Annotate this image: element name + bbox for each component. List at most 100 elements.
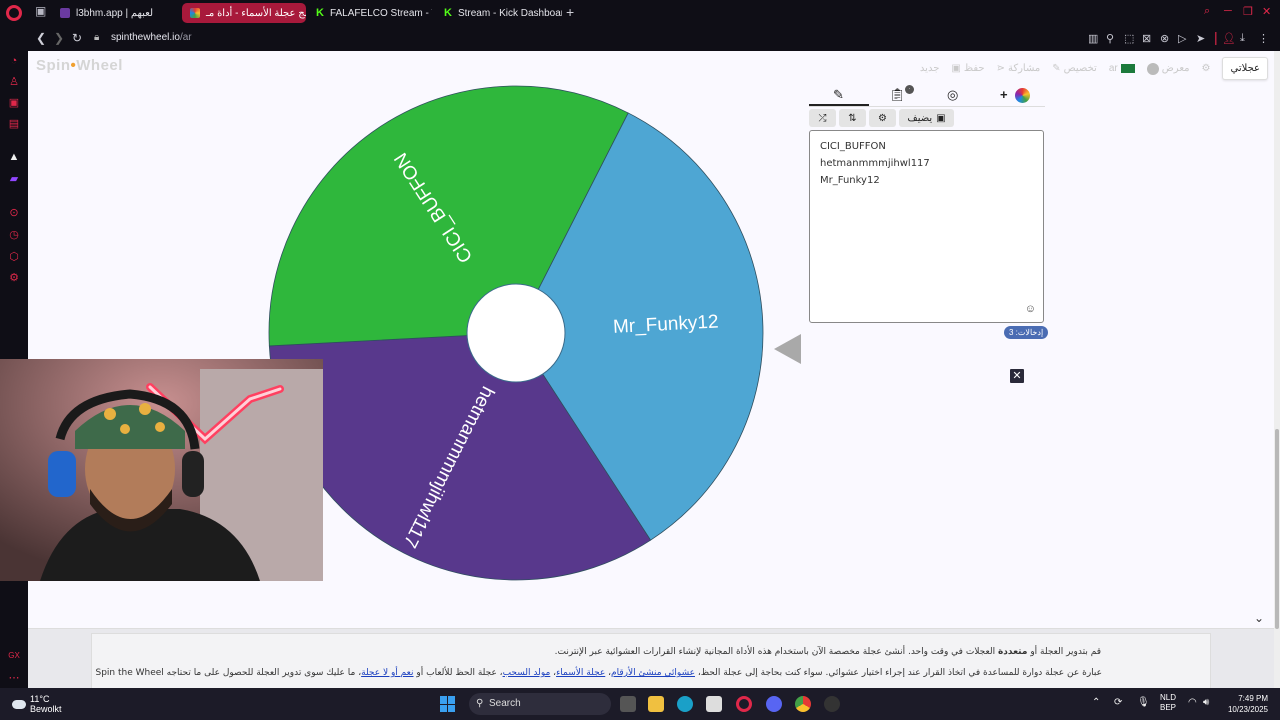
- close-ad-icon[interactable]: ✕: [1010, 369, 1024, 383]
- gx-label-icon: GX: [8, 651, 20, 660]
- weather-widget[interactable]: 11°C Bewolkt: [12, 694, 62, 714]
- kick-sidebar-icon[interactable]: ▲: [8, 151, 20, 163]
- my-wheels-button[interactable]: عجلاتي: [1222, 57, 1268, 80]
- name-wheel-link[interactable]: عجلة الأسماء: [556, 668, 605, 678]
- store-icon[interactable]: [706, 696, 722, 712]
- page-scrollbar[interactable]: [1274, 51, 1280, 688]
- input-language[interactable]: NLD BEP: [1160, 693, 1176, 713]
- close-window-icon[interactable]: ✕: [1262, 5, 1271, 18]
- entry-line: Mr_Funky12: [820, 175, 880, 186]
- entry-line: CICI_BUFFON: [820, 141, 886, 152]
- url-field[interactable]: spinthewheel.io/ar: [111, 32, 192, 43]
- share-button[interactable]: مشاركة ⋖: [997, 63, 1041, 74]
- download-icon[interactable]: ⤓: [1240, 32, 1245, 45]
- yes-no-wheel-link[interactable]: نعم أو لا عجلة: [361, 668, 413, 678]
- saudi-flag-icon: [1120, 64, 1135, 73]
- vpn-icon[interactable]: ⊗: [1160, 32, 1169, 45]
- aria-icon[interactable]: ◔: [8, 55, 20, 67]
- back-icon[interactable]: ❮: [36, 31, 46, 45]
- tab-manager-icon[interactable]: ▣: [35, 4, 46, 18]
- extensions-icon[interactable]: ⬡: [8, 250, 20, 263]
- tray-chevron-icon[interactable]: ⌃: [1092, 697, 1100, 708]
- sidebar-toggle-icon[interactable]: ▥: [1088, 32, 1098, 45]
- color-wheel-icon[interactable]: [1015, 88, 1030, 103]
- obs-icon[interactable]: [824, 696, 840, 712]
- page-footer: قم بتدوير العجلة أو متعددة العجلات في وق…: [28, 628, 1274, 688]
- gallery-button[interactable]: معرض: [1146, 62, 1190, 75]
- adblock-icon[interactable]: ⊠: [1142, 32, 1151, 45]
- discord-icon[interactable]: [766, 696, 782, 712]
- new-wheel-button[interactable]: جديد: [920, 63, 939, 74]
- player-icon[interactable]: ▷: [1178, 32, 1186, 45]
- site-logo[interactable]: Spin•Wheel: [36, 57, 123, 74]
- spin-wheel[interactable]: Mr_Funky12hetmanmmmjihwl117CICI_BUFFON: [256, 73, 776, 593]
- player-sidebar-icon[interactable]: ⊙: [8, 206, 20, 219]
- shuffle-button[interactable]: ⤮: [809, 109, 836, 127]
- settings-icon[interactable]: ⚙: [8, 271, 20, 284]
- task-view-icon[interactable]: [620, 696, 636, 712]
- kick-icon: K: [316, 7, 324, 19]
- more-icon[interactable]: ⋯: [8, 671, 20, 684]
- random-number-link[interactable]: عشوائي منشئ الأرقام: [611, 668, 695, 678]
- pin-icon[interactable]: ⚲: [1106, 32, 1114, 45]
- address-bar-row: ❮ ❯ ↻ 🔒︎ spinthewheel.io/ar ▥ ⚲ ⬚ ⊠ ⊗ ▷ …: [0, 26, 1280, 51]
- draw-generator-link[interactable]: مولد السحب: [503, 668, 551, 678]
- emoji-icon[interactable]: ☺: [1025, 303, 1036, 315]
- scrollbar-thumb[interactable]: [1275, 429, 1279, 629]
- add-image-button[interactable]: يضيف ▣: [899, 109, 954, 127]
- new-tab-button[interactable]: +: [566, 4, 574, 20]
- opera-logo-icon[interactable]: [6, 5, 22, 21]
- kick-icon: K: [444, 7, 452, 19]
- tab-spinthewheel[interactable]: برنامج عجلة الأسماء - أداة مـ: [182, 3, 306, 23]
- menu-icon[interactable]: ⋮: [1258, 32, 1269, 45]
- wifi-icon[interactable]: ◠: [1188, 697, 1197, 708]
- site-top-nav: عجلاتي ⚙ معرض ar تخصيص ✎ مشاركة ⋖ حفظ ▣ جدي…: [920, 57, 1268, 80]
- microphone-icon[interactable]: 🎙︎: [1137, 697, 1150, 708]
- entries-count-badge: إدخالات: 3: [1004, 326, 1049, 339]
- flow-icon[interactable]: ➤: [1196, 32, 1205, 45]
- edge-icon[interactable]: [677, 696, 693, 712]
- add-wheel-plus-icon[interactable]: +: [1000, 87, 1008, 102]
- hide-tab-eye-off-icon[interactable]: ◎: [947, 87, 958, 103]
- snapshot-icon[interactable]: ⬚: [1124, 32, 1134, 45]
- image-icon: ▣: [936, 112, 946, 124]
- tab-l3bhm[interactable]: l3bhm.app | لعبهم: [52, 3, 180, 23]
- windows-taskbar: 11°C Bewolkt ⚲ Search ⌃ ⟳ 🎙︎ NLD BEP ◠ 🔊︎ 7…: [0, 688, 1280, 720]
- reload-icon[interactable]: ↻: [72, 31, 82, 45]
- webcam-overlay: [0, 359, 323, 581]
- twitch-icon[interactable]: ▰: [8, 172, 20, 185]
- gx-corner-icon[interactable]: ▤: [8, 117, 20, 130]
- file-explorer-icon[interactable]: [648, 696, 664, 712]
- messenger-icon[interactable]: ▣: [8, 96, 20, 109]
- search-tabs-icon[interactable]: ⌕: [1204, 5, 1210, 18]
- profile-icon[interactable]: 👤︎: [1222, 32, 1236, 45]
- edit-tab-pencil-icon[interactable]: ✎: [833, 87, 844, 103]
- tab-kick-dashboard[interactable]: K Stream - Kick Dashboard: [436, 3, 562, 23]
- entries-textarea[interactable]: CICI_BUFFON hetmanmmmjihwl117 Mr_Funky12…: [809, 130, 1044, 323]
- settings-nav-icon[interactable]: ⚙: [1202, 63, 1211, 74]
- taskbar-clock[interactable]: 7:49 PM 10/23/2025: [1222, 693, 1268, 715]
- pencil-icon: ✎: [1052, 63, 1061, 74]
- settings-button[interactable]: ⚙: [869, 109, 896, 127]
- chrome-icon[interactable]: [795, 696, 811, 712]
- tray-app-icon[interactable]: ⟳: [1114, 697, 1122, 708]
- history-icon[interactable]: ◷: [8, 228, 20, 241]
- maximize-icon[interactable]: ❐: [1243, 5, 1253, 18]
- sort-button[interactable]: ⇅: [839, 109, 866, 127]
- forward-icon[interactable]: ❯: [54, 31, 64, 45]
- cloud-icon: [12, 699, 26, 709]
- windows-start-icon[interactable]: [440, 696, 456, 712]
- taskbar-search[interactable]: ⚲ Search: [469, 693, 611, 715]
- volume-icon[interactable]: 🔊︎: [1203, 697, 1209, 708]
- shopping-icon[interactable]: ♙: [8, 75, 20, 88]
- language-button[interactable]: ar: [1109, 63, 1135, 74]
- chevron-down-icon[interactable]: ⌄: [1254, 611, 1264, 625]
- opera-gx-taskbar-icon[interactable]: [736, 696, 752, 712]
- customize-button[interactable]: تخصيص ✎: [1052, 63, 1097, 74]
- tab-falafelco-stream[interactable]: K FALAFELCO Stream - Wa: [308, 3, 432, 23]
- toolbar-divider: |: [1214, 29, 1218, 45]
- save-button[interactable]: حفظ ▣: [951, 63, 984, 74]
- results-tab-clipboard-icon[interactable]: 📋︎: [889, 87, 906, 103]
- minimize-icon[interactable]: ─: [1224, 5, 1232, 17]
- wheel-center-hub[interactable]: [466, 283, 566, 383]
